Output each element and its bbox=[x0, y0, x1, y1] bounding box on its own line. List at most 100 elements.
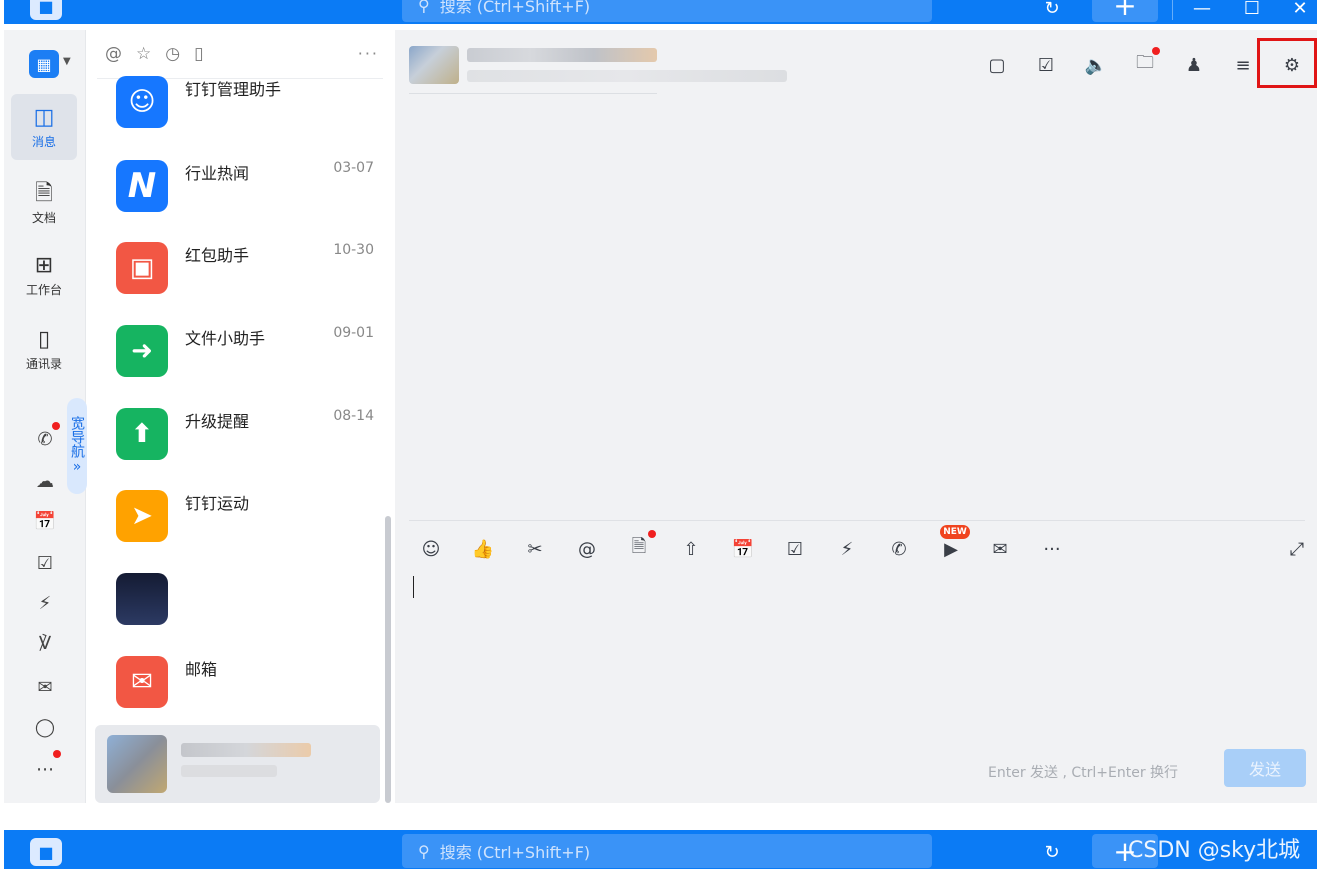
mention-filter-icon[interactable]: @ bbox=[105, 44, 122, 68]
conversation-more-icon[interactable]: ··· bbox=[358, 44, 379, 63]
scissors-icon[interactable]: ✂ bbox=[521, 535, 549, 563]
conversation-scrollbar[interactable] bbox=[385, 516, 391, 803]
list-item[interactable]: ▣ 红包助手 10-30 bbox=[95, 234, 380, 312]
mail-envelope-icon: ✉ bbox=[116, 656, 168, 708]
rail-label-workbench: 工作台 bbox=[25, 282, 62, 297]
title-bar: ■ ⚲ 搜索 (Ctrl+Shift+F) ↻ + — ☐ ✕ bbox=[4, 0, 1317, 24]
more-apps-icon[interactable]: ⋯ bbox=[32, 756, 58, 782]
ding-lightning-icon[interactable]: ⚡ bbox=[833, 535, 861, 563]
dingtalk-window: ■ ⚲ 搜索 (Ctrl+Shift+F) ↻ + — ☐ ✕ ▦ ▼ ◫ 消息… bbox=[0, 0, 1317, 869]
contacts-icon: ▯ bbox=[37, 326, 51, 352]
rail-label-contacts: 通讯录 bbox=[25, 356, 62, 371]
calendar-event-icon[interactable]: 📅 bbox=[729, 535, 757, 563]
add-doc-icon[interactable]: 🗎 bbox=[625, 535, 653, 563]
list-item-selected[interactable] bbox=[95, 725, 380, 803]
list-item[interactable]: ➤ 钉钉运动 bbox=[95, 482, 380, 560]
screen-share-icon[interactable]: ▢ bbox=[984, 52, 1010, 78]
user-avatar[interactable]: ■ bbox=[30, 0, 62, 20]
rail-item-messages[interactable]: ◫ 消息 bbox=[11, 94, 77, 160]
composer-divider bbox=[409, 520, 1305, 521]
search-history-icon[interactable]: ≡ bbox=[1230, 52, 1256, 78]
live-video-icon[interactable]: ▶ bbox=[937, 535, 965, 563]
wide-nav-label: 宽导航 bbox=[69, 416, 85, 458]
document-icon: 🗎 bbox=[35, 180, 53, 206]
create-button[interactable]: + bbox=[1092, 0, 1158, 22]
global-search-box[interactable]: ⚲ 搜索 (Ctrl+Shift+F) bbox=[402, 0, 932, 22]
sport-runner-icon: ➤ bbox=[116, 490, 168, 542]
history-icon[interactable]: ↻ bbox=[1040, 840, 1064, 864]
phone-call-icon[interactable]: ✆ bbox=[885, 535, 913, 563]
upload-folder-icon[interactable]: ⇧ bbox=[677, 535, 705, 563]
folder-icon[interactable]: 🗀 bbox=[1132, 52, 1158, 78]
conversation-name: 邮箱 bbox=[185, 660, 218, 679]
conversation-name: 升级提醒 bbox=[185, 412, 250, 431]
conversation-name: 文件小助手 bbox=[185, 329, 266, 348]
add-member-icon[interactable]: ♟ bbox=[1181, 52, 1207, 78]
more-tools-icon[interactable]: ··· bbox=[1038, 535, 1066, 563]
red-packet-icon: ▣ bbox=[116, 242, 168, 294]
global-search-box[interactable]: ⚲ 搜索 (Ctrl+Shift+F) bbox=[402, 834, 932, 868]
calendar-icon[interactable]: 📅 bbox=[32, 508, 58, 534]
user-avatar[interactable]: ■ bbox=[30, 838, 62, 866]
rail-item-workbench[interactable]: ⊞ 工作台 bbox=[11, 242, 77, 308]
chat-header: ▢ ☑ 🔈 🗀 ♟ ≡ ⚙ bbox=[395, 30, 1317, 94]
thumbs-up-icon[interactable]: 👍 bbox=[469, 535, 497, 563]
rail-label-docs: 文档 bbox=[31, 210, 56, 225]
mail-icon[interactable]: ✉ bbox=[986, 535, 1014, 563]
conversation-date: 09-01 bbox=[333, 325, 374, 341]
cloud-drive-icon[interactable]: ☁ bbox=[32, 468, 58, 494]
emoji-icon[interactable]: ☺ bbox=[417, 535, 445, 563]
blurred-chat-title bbox=[467, 48, 657, 62]
list-item[interactable]: N 行业热闻 03-07 bbox=[95, 152, 380, 230]
workbench-icon: ⊞ bbox=[34, 252, 54, 278]
announcement-icon[interactable]: 🔈 bbox=[1083, 52, 1109, 78]
folder-notification-dot bbox=[1152, 47, 1160, 55]
list-item[interactable]: ➜ 文件小助手 09-01 bbox=[95, 317, 380, 395]
meeting-icon[interactable]: ℣ bbox=[32, 630, 58, 656]
wide-navigation-toggle[interactable]: 宽导航 » bbox=[67, 398, 87, 494]
bookmark-filter-icon[interactable]: ▯ bbox=[194, 44, 203, 68]
mention-icon[interactable]: @ bbox=[573, 535, 601, 563]
rail-label-messages: 消息 bbox=[31, 134, 56, 149]
list-item[interactable]: ✉ 邮箱 bbox=[95, 648, 380, 726]
history-icon[interactable]: ↻ bbox=[1040, 0, 1064, 20]
list-item[interactable]: ☺ 钉钉管理助手 bbox=[95, 68, 380, 146]
file-assistant-icon: ➜ bbox=[116, 325, 168, 377]
conversation-name: 钉钉运动 bbox=[185, 494, 250, 513]
ding-lightning-icon[interactable]: ⚡ bbox=[32, 590, 58, 616]
mail-icon[interactable]: ✉ bbox=[32, 674, 58, 700]
header-underline bbox=[409, 93, 657, 94]
chat-avatar[interactable] bbox=[409, 46, 459, 84]
group-icon[interactable]: ◯ bbox=[32, 714, 58, 740]
send-button[interactable]: 发送 bbox=[1224, 749, 1306, 787]
csdn-watermark: CSDN @sky北城 bbox=[1128, 838, 1301, 863]
list-item[interactable] bbox=[95, 565, 380, 643]
maximize-button[interactable]: ☐ bbox=[1240, 0, 1264, 20]
news-icon: N bbox=[116, 160, 168, 212]
todo-check-icon[interactable]: ☑ bbox=[781, 535, 809, 563]
conversation-date: 03-07 bbox=[333, 160, 374, 176]
list-item[interactable]: ⬆ 升级提醒 08-14 bbox=[95, 400, 380, 478]
minimize-button[interactable]: — bbox=[1190, 0, 1214, 20]
blurred-chat-subtitle bbox=[467, 70, 787, 82]
expand-icon[interactable]: ⤢ bbox=[1283, 535, 1311, 563]
chevron-down-icon[interactable]: ▼ bbox=[63, 56, 71, 67]
title-divider bbox=[1172, 0, 1173, 20]
apps-grid-icon[interactable]: ▦ bbox=[29, 50, 59, 78]
conversation-filters: @ ☆ ◷ ▯ bbox=[105, 44, 203, 68]
task-check-icon[interactable]: ☑ bbox=[1033, 52, 1059, 78]
todo-icon[interactable]: ☑ bbox=[32, 550, 58, 576]
close-button[interactable]: ✕ bbox=[1288, 0, 1312, 20]
rail-item-contacts[interactable]: ▯ 通讯录 bbox=[11, 316, 77, 382]
text-input-caret[interactable] bbox=[413, 576, 414, 598]
upgrade-arrow-icon: ⬆ bbox=[116, 408, 168, 460]
chat-panel: ▢ ☑ 🔈 🗀 ♟ ≡ ⚙ ☺ 👍 ✂ @ 🗎 ⇧ 📅 ☑ ⚡ ✆ ▶ NEW … bbox=[395, 30, 1317, 803]
new-badge: NEW bbox=[940, 525, 970, 539]
search-placeholder: 搜索 (Ctrl+Shift+F) bbox=[439, 0, 591, 16]
conversation-name: 红包助手 bbox=[185, 246, 250, 265]
rail-item-docs[interactable]: 🗎 文档 bbox=[11, 170, 77, 236]
clock-filter-icon[interactable]: ◷ bbox=[165, 44, 180, 68]
star-filter-icon[interactable]: ☆ bbox=[136, 44, 151, 68]
conversation-list: @ ☆ ◷ ▯ ··· ☺ 钉钉管理助手 N 行业热闻 03-07 ▣ 红包助手… bbox=[87, 30, 395, 803]
doc-notification-dot bbox=[648, 530, 656, 538]
